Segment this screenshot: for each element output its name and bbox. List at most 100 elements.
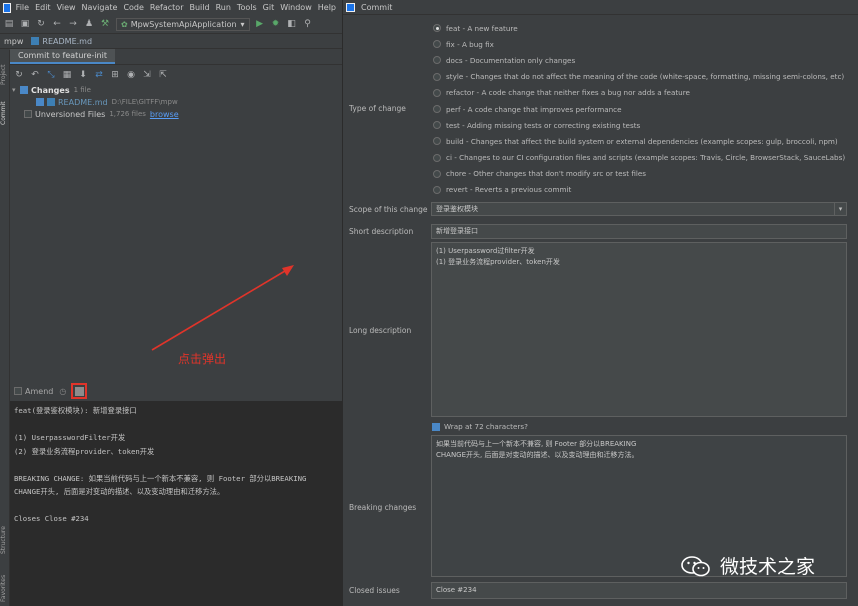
forward-icon[interactable]: →: [68, 19, 78, 29]
radio-option-feat[interactable]: feat - A new feature: [433, 20, 853, 36]
dialog-titlebar: Commit: [343, 0, 858, 15]
refresh-icon[interactable]: ↻: [14, 70, 24, 80]
closed-issues-field[interactable]: Close #234: [431, 582, 847, 599]
side-tab-structure[interactable]: Structure: [0, 520, 10, 560]
breadcrumb: mpw README.md: [0, 34, 342, 49]
changes-checkbox[interactable]: [20, 86, 28, 94]
breadcrumb-project[interactable]: mpw: [4, 37, 23, 46]
run-configuration-select[interactable]: ✿ MpwSystemApiApplication ▾: [116, 17, 250, 31]
show-diff-icon[interactable]: ⇄: [94, 70, 104, 80]
menu-file[interactable]: File: [16, 3, 29, 12]
unversioned-row[interactable]: Unversioned Files 1,726 files browse: [10, 108, 342, 120]
scope-select[interactable]: 登录鉴权模块 ▾: [431, 202, 847, 216]
menu-code[interactable]: Code: [123, 3, 143, 12]
side-tab-commit[interactable]: Commit: [0, 98, 10, 128]
closed-issues-label: Closed issues: [349, 586, 400, 595]
radio-option-test[interactable]: test - Adding missing tests or correctin…: [433, 117, 853, 133]
debug-icon[interactable]: ✹: [271, 19, 281, 29]
menu-run[interactable]: Run: [216, 3, 231, 12]
change-type-radio-group: feat - A new feature fix - A bug fix doc…: [433, 20, 853, 198]
file-checkbox[interactable]: [36, 98, 44, 106]
side-tab-project[interactable]: Project: [0, 60, 10, 90]
radio-option-perf[interactable]: perf - A code change that improves perfo…: [433, 101, 853, 117]
group-by-icon[interactable]: ⊞: [110, 70, 120, 80]
breadcrumb-file[interactable]: README.md: [42, 37, 92, 46]
shelve-icon[interactable]: ▦: [62, 70, 72, 80]
amend-checkbox[interactable]: [14, 387, 22, 395]
side-tab-favorites[interactable]: Favorites: [0, 570, 10, 606]
commit-message-editor[interactable]: feat(登录鉴权模块): 新增登录接口 (1) UserpasswordFil…: [10, 401, 342, 606]
chevron-down-icon[interactable]: ▾: [12, 86, 20, 94]
search-icon[interactable]: ⚲: [303, 19, 313, 29]
radio-option-build[interactable]: build - Changes that affect the build sy…: [433, 133, 853, 149]
save-icon[interactable]: ▣: [20, 19, 30, 29]
markdown-file-icon: [47, 98, 55, 106]
radio-label: revert - Reverts a previous commit: [446, 185, 572, 195]
radio-button[interactable]: [433, 24, 441, 33]
unversioned-checkbox[interactable]: [24, 110, 32, 118]
radio-option-refactor[interactable]: refactor - A code change that neither fi…: [433, 85, 853, 101]
dialog-title: Commit: [361, 2, 393, 12]
back-icon[interactable]: ←: [52, 19, 62, 29]
commit-template-icon: [74, 386, 84, 396]
radio-button[interactable]: [433, 105, 441, 114]
collapse-all-icon[interactable]: ⇱: [158, 70, 168, 80]
short-description-field[interactable]: 新增登录接口: [431, 224, 847, 239]
expand-all-icon[interactable]: ⇲: [142, 70, 152, 80]
menu-help[interactable]: Help: [318, 3, 336, 12]
build-hammer-icon[interactable]: ⚒: [100, 19, 110, 29]
commit-toolbar: ↻ ↶ ⤡ ▦ ⬇ ⇄ ⊞ ◉ ⇲ ⇱: [10, 66, 342, 83]
menu-view[interactable]: View: [57, 3, 76, 12]
changes-label: Changes: [31, 85, 70, 95]
radio-option-ci[interactable]: ci - Changes to our CI configuration fil…: [433, 150, 853, 166]
radio-button[interactable]: [433, 72, 441, 81]
folder-icon[interactable]: ▤: [4, 19, 14, 29]
run-icon[interactable]: ▶: [255, 19, 265, 29]
short-description-label: Short description: [349, 227, 414, 236]
menu-navigate[interactable]: Navigate: [82, 3, 118, 12]
sync-icon[interactable]: ↻: [36, 19, 46, 29]
tab-commit-to-branch[interactable]: Commit to feature-init: [10, 49, 115, 64]
tool-window-stripe: Project Commit Structure Favorites: [0, 50, 10, 606]
changes-group-row[interactable]: ▾ Changes 1 file: [10, 84, 342, 96]
menu-window[interactable]: Window: [280, 3, 312, 12]
unversioned-label: Unversioned Files: [35, 109, 106, 119]
radio-button[interactable]: [433, 56, 441, 65]
eye-icon[interactable]: ◉: [126, 70, 136, 80]
menu-edit[interactable]: Edit: [35, 3, 51, 12]
scope-select-value: 登录鉴权模块: [436, 205, 478, 213]
radio-option-revert[interactable]: revert - Reverts a previous commit: [433, 182, 853, 198]
long-description-label: Long description: [349, 326, 412, 335]
browse-link[interactable]: browse: [150, 110, 179, 119]
user-icon[interactable]: ♟: [84, 19, 94, 29]
long-description-field[interactable]: (1) Userpassword过filter开发 (1) 登录业务流程prov…: [431, 242, 847, 417]
radio-label: docs - Documentation only changes: [446, 55, 576, 65]
history-clock-icon[interactable]: ◷: [59, 387, 66, 396]
radio-button[interactable]: [433, 185, 441, 194]
changed-file-path: D:\FILE\GITFF\mpw: [111, 98, 178, 106]
chevron-down-icon[interactable]: ▾: [834, 203, 846, 215]
radio-button[interactable]: [433, 88, 441, 97]
download-icon[interactable]: ⬇: [78, 70, 88, 80]
radio-button[interactable]: [433, 169, 441, 178]
rollback-icon[interactable]: ↶: [30, 70, 40, 80]
watermark-text: 微技术之家: [720, 556, 816, 578]
radio-button[interactable]: [433, 121, 441, 130]
diff-icon[interactable]: ⤡: [46, 70, 56, 80]
radio-button[interactable]: [433, 153, 441, 162]
changed-file-row[interactable]: README.md D:\FILE\GITFF\mpw: [10, 96, 342, 108]
menu-git[interactable]: Git: [263, 3, 275, 12]
menu-refactor[interactable]: Refactor: [150, 3, 184, 12]
radio-option-style[interactable]: style - Changes that do not affect the m…: [433, 69, 853, 85]
radio-option-docs[interactable]: docs - Documentation only changes: [433, 52, 853, 68]
radio-option-fix[interactable]: fix - A bug fix: [433, 36, 853, 52]
wrap-checkbox[interactable]: [432, 422, 440, 431]
unversioned-count: 1,726 files: [109, 110, 146, 118]
radio-button[interactable]: [433, 137, 441, 146]
menu-build[interactable]: Build: [189, 3, 209, 12]
menu-tools[interactable]: Tools: [237, 3, 257, 12]
radio-button[interactable]: [433, 40, 441, 49]
radio-option-chore[interactable]: chore - Other changes that don't modify …: [433, 166, 853, 182]
create-commit-message-button[interactable]: [71, 383, 88, 399]
coverage-icon[interactable]: ◧: [287, 19, 297, 29]
